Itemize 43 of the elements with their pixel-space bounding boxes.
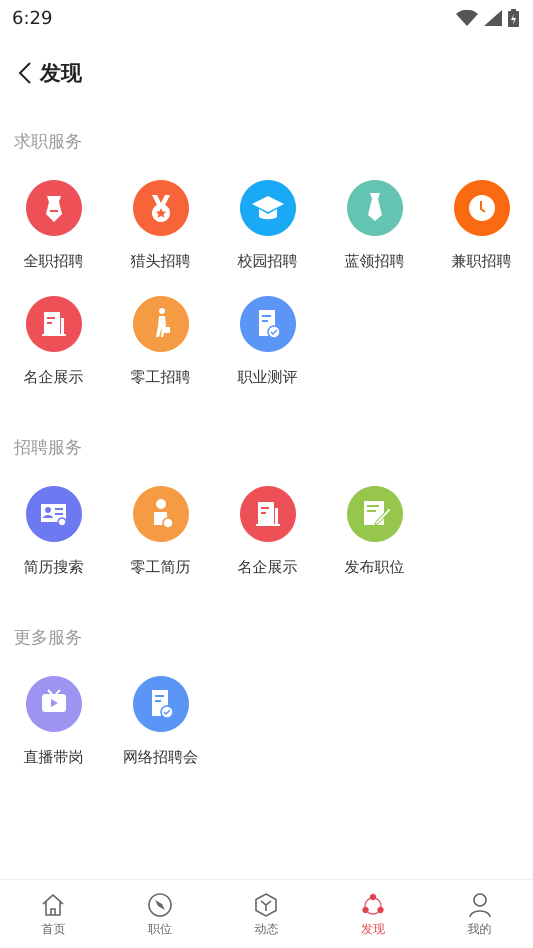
service-label[interactable]: 零工招聘 xyxy=(130,366,190,388)
battery-icon xyxy=(508,9,519,27)
service-label[interactable]: 名企展示 xyxy=(238,556,298,578)
building-icon[interactable] xyxy=(26,296,82,352)
service-label[interactable]: 兼职招聘 xyxy=(452,250,512,272)
compass-icon[interactable] xyxy=(146,890,174,918)
page-title: 发现 xyxy=(40,60,82,87)
walking-person-icon[interactable] xyxy=(132,296,188,352)
graduation-cap-icon[interactable] xyxy=(240,180,296,236)
service-label[interactable]: 简历搜索 xyxy=(24,556,84,578)
edit-note-icon[interactable] xyxy=(346,486,402,542)
section-title: 招聘服务 xyxy=(13,437,83,460)
tie-icon[interactable] xyxy=(26,180,82,236)
service-label[interactable]: 发布职位 xyxy=(344,556,404,578)
signal-icon xyxy=(484,10,502,26)
back-icon[interactable] xyxy=(18,62,32,84)
nav-tab[interactable]: 动态 xyxy=(213,880,320,948)
service-label[interactable]: 职业测评 xyxy=(238,366,298,388)
section-title: 更多服务 xyxy=(13,627,83,650)
status-time: 6:29 xyxy=(12,8,52,28)
building-icon[interactable] xyxy=(240,486,296,542)
necktie-icon[interactable] xyxy=(346,180,402,236)
service-label[interactable]: 零工简历 xyxy=(130,556,190,578)
nav-tab[interactable]: 职位 xyxy=(106,880,214,948)
document-check-icon[interactable] xyxy=(132,676,188,732)
service-label[interactable]: 猎头招聘 xyxy=(130,250,190,272)
document-check-icon[interactable] xyxy=(240,296,296,352)
wifi-icon xyxy=(456,10,478,26)
clock-icon[interactable] xyxy=(454,180,510,236)
tv-icon[interactable] xyxy=(26,676,82,732)
nav-tab[interactable]: 我的 xyxy=(426,880,533,948)
section-title: 求职服务 xyxy=(13,131,83,154)
nav-tab[interactable]: 首页 xyxy=(0,880,107,948)
service-label[interactable]: 名企展示 xyxy=(24,366,84,388)
service-label[interactable]: 校园招聘 xyxy=(238,250,298,272)
person-search-icon[interactable] xyxy=(132,486,188,542)
service-label[interactable]: 全职招聘 xyxy=(24,250,84,272)
service-label[interactable]: 网络招聘会 xyxy=(123,746,198,768)
nav-tab[interactable]: 发现 xyxy=(320,880,426,948)
service-label[interactable]: 直播带岗 xyxy=(24,746,84,768)
medal-icon[interactable] xyxy=(132,180,188,236)
id-card-icon[interactable] xyxy=(26,486,82,542)
service-label[interactable]: 蓝领招聘 xyxy=(344,250,404,272)
